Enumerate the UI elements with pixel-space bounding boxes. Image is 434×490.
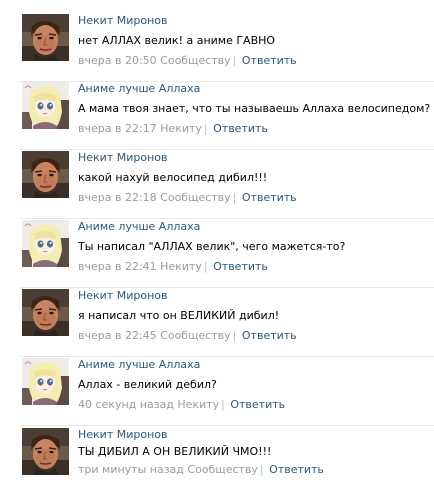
comment-reply-target[interactable]: Некиту	[160, 260, 202, 273]
comment-body: Аниме лучше Аллаха А мама твоя знает, чт…	[78, 82, 430, 135]
comment: Некит Миронов ТЫ ДИБИЛ А ОН ВЕЛИКИЙ ЧМО!…	[0, 428, 434, 490]
comment-author-link[interactable]: Аниме лучше Аллаха	[78, 358, 430, 371]
meta-separator: |	[232, 54, 237, 67]
comment-body: Некит Миронов нет АЛЛАХ велик! а аниме Г…	[78, 14, 430, 67]
comment: Некит Миронов какой нахуй велосипед диби…	[0, 151, 434, 219]
meta-separator: |	[203, 122, 208, 135]
reply-button[interactable]: Ответить	[213, 122, 268, 135]
comment-time[interactable]: три минуты назад	[78, 463, 184, 476]
comment-text: Ты написал "АЛЛАХ велик", чего мажется-т…	[78, 240, 346, 253]
anime-girl-avatar[interactable]	[22, 358, 69, 405]
comment-meta: три минуты назад Сообществу | Ответить	[78, 463, 430, 476]
comment-reply-target[interactable]: Сообществу	[160, 191, 231, 204]
comment-author-link[interactable]: Аниме лучше Аллаха	[78, 82, 430, 95]
meta-separator: |	[221, 398, 225, 411]
comment-meta: вчера в 22:18 Сообществу | Ответить	[78, 191, 430, 204]
reply-button[interactable]: Ответить	[213, 260, 268, 273]
comment-author-link[interactable]: Некит Миронов	[78, 289, 430, 302]
comment-body: Аниме лучше Аллаха Ты написал "АЛЛАХ вел…	[78, 220, 430, 273]
meta-separator: |	[232, 329, 237, 342]
comment-time[interactable]: вчера в 22:17	[78, 122, 157, 135]
reply-button[interactable]: Ответить	[242, 191, 297, 204]
comment-text: нет АЛЛАХ велик! а аниме ГАВНО	[78, 34, 276, 47]
comment: Некит Миронов я написал что он ВЕЛИКИЙ д…	[0, 289, 434, 357]
comment-time[interactable]: вчера в 22:41	[78, 260, 157, 273]
comment-text: Аллах - великий дебил?	[78, 378, 217, 391]
comment-feed: Некит Миронов нет АЛЛАХ велик! а аниме Г…	[0, 0, 434, 484]
comment-body: Некит Миронов какой нахуй велосипед диби…	[78, 151, 430, 204]
meta-separator: |	[259, 463, 264, 476]
man-avatar[interactable]	[22, 14, 69, 61]
man-avatar[interactable]	[22, 151, 69, 198]
comment-body: Аниме лучше Аллаха Аллах - великий дебил…	[78, 358, 430, 411]
comment-time[interactable]: вчера в 20:50	[78, 54, 157, 67]
comment-text: какой нахуй велосипед дибил!!!	[78, 171, 268, 184]
comment: Аниме лучше Аллаха Аллах - великий дебил…	[0, 358, 434, 426]
comment-author-link[interactable]: Некит Миронов	[78, 151, 430, 164]
man-avatar[interactable]	[22, 428, 69, 475]
comment-reply-target[interactable]: Сообществу	[160, 329, 231, 342]
reply-button[interactable]: Ответить	[242, 54, 297, 67]
comment-text: я написал что он ВЕЛИКИЙ дибил!	[78, 309, 280, 322]
reply-button[interactable]: Ответить	[269, 463, 324, 476]
comment-reply-target[interactable]: Некиту	[160, 122, 202, 135]
man-avatar[interactable]	[22, 289, 69, 336]
comment-text: ТЫ ДИБИЛ А ОН ВЕЛИКИЙ ЧМО!!!	[78, 445, 272, 458]
comment-meta: вчера в 20:50 Сообществу | Ответить	[78, 54, 430, 67]
anime-girl-avatar[interactable]	[22, 220, 69, 267]
comment-body: Некит Миронов ТЫ ДИБИЛ А ОН ВЕЛИКИЙ ЧМО!…	[78, 428, 430, 476]
reply-button[interactable]: Ответить	[230, 398, 285, 411]
meta-separator: |	[232, 191, 237, 204]
reply-button[interactable]: Ответить	[242, 329, 297, 342]
comment-meta: вчера в 22:17 Некиту | Ответить	[78, 122, 430, 135]
comment: Аниме лучше Аллаха Ты написал "АЛЛАХ вел…	[0, 220, 434, 288]
comment: Аниме лучше Аллаха А мама твоя знает, чт…	[0, 82, 434, 150]
comment: Некит Миронов нет АЛЛАХ велик! а аниме Г…	[0, 14, 434, 82]
comment-time[interactable]: вчера в 22:18	[78, 191, 157, 204]
comment-meta: вчера в 22:45 Сообществу | Ответить	[78, 329, 430, 342]
comment-reply-target[interactable]: Сообществу	[187, 463, 258, 476]
comment-author-link[interactable]: Некит Миронов	[78, 14, 430, 27]
comment-author-link[interactable]: Аниме лучше Аллаха	[78, 220, 430, 233]
comment-time[interactable]: 40 секунд назад	[78, 398, 174, 411]
comment-reply-target[interactable]: Некиту	[177, 398, 219, 411]
comment-author-link[interactable]: Некит Миронов	[78, 428, 430, 441]
meta-separator: |	[203, 260, 208, 273]
comment-time[interactable]: вчера в 22:45	[78, 329, 157, 342]
comment-text: А мама твоя знает, что ты называешь Алла…	[78, 102, 431, 115]
comment-meta: вчера в 22:41 Некиту | Ответить	[78, 260, 430, 273]
comment-reply-target[interactable]: Сообществу	[160, 54, 231, 67]
comment-meta: 40 секунд назад Некиту | Ответить	[78, 398, 430, 411]
anime-girl-avatar[interactable]	[22, 82, 69, 129]
comment-body: Некит Миронов я написал что он ВЕЛИКИЙ д…	[78, 289, 430, 342]
